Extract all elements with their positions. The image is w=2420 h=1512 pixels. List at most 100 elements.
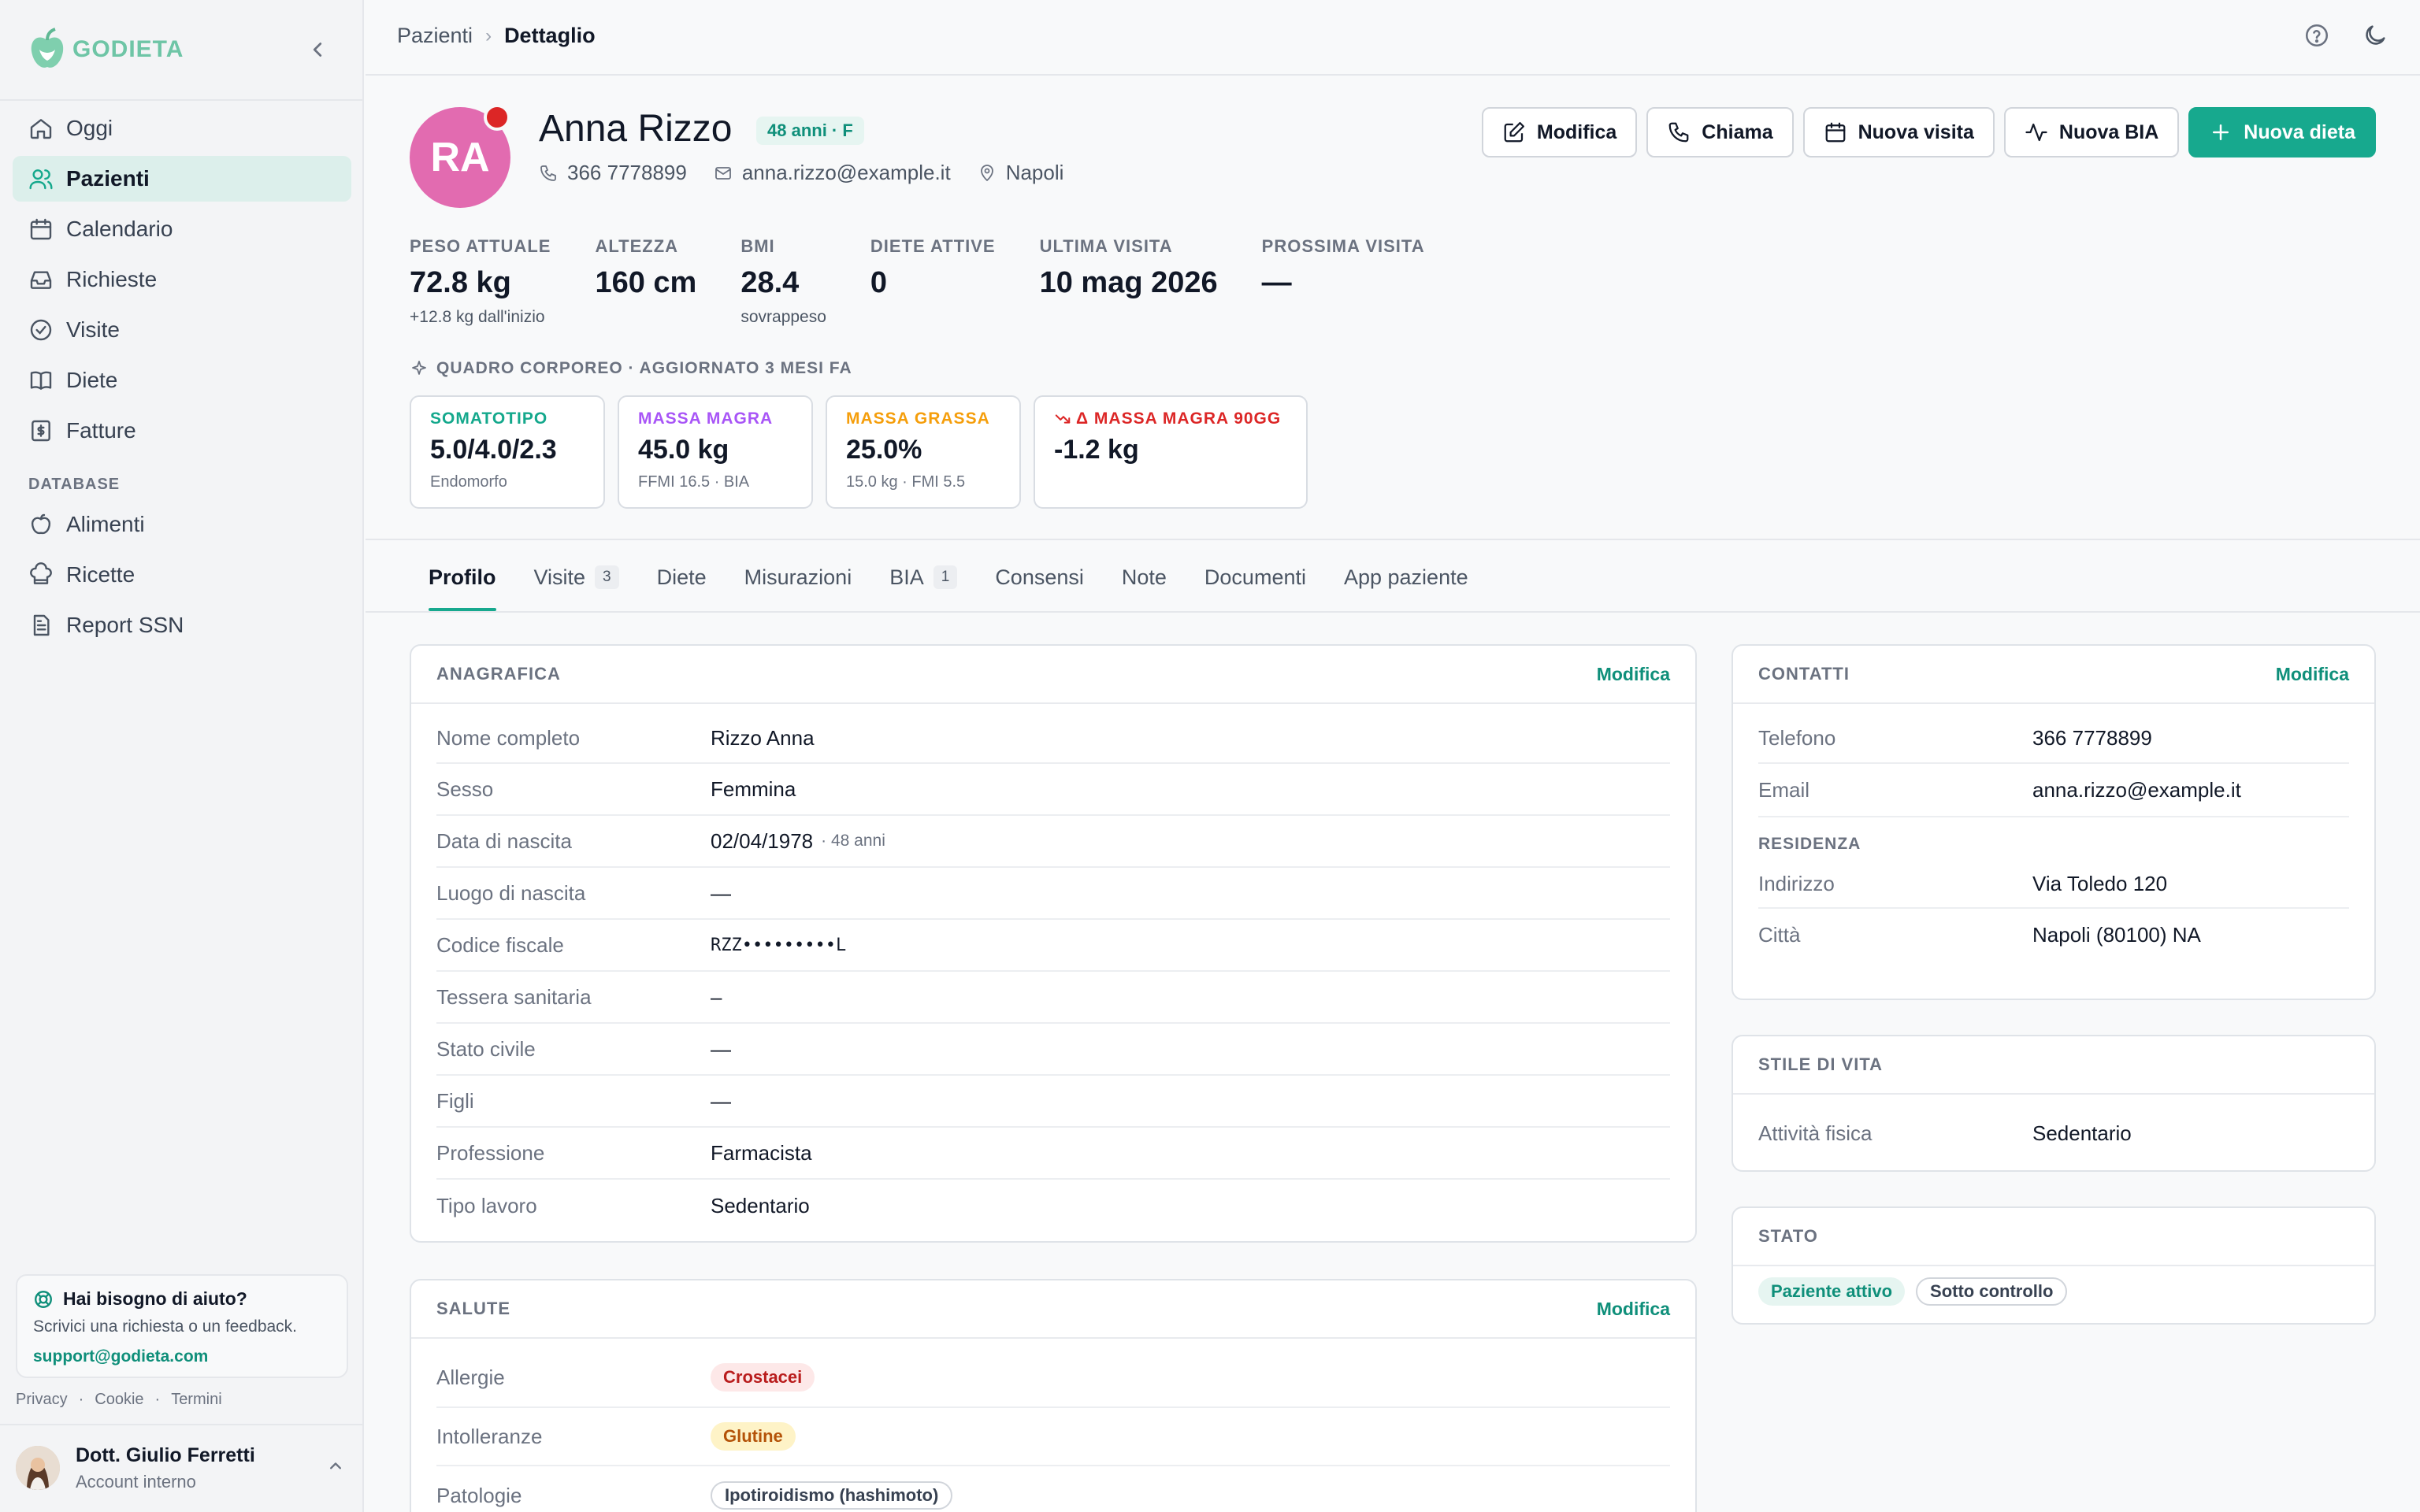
new-diet-button[interactable]: Nuova dieta [2188,107,2376,158]
edit-anagrafica-link[interactable]: Modifica [1597,664,1670,685]
breadcrumb-pazienti[interactable]: Pazienti [397,24,473,48]
sidebar-item-label: Diete [66,368,118,392]
field-label: Indirizzo [1758,871,1835,895]
patient-city-text: Napoli [1005,161,1064,184]
field-value: anna.rizzo@example.it [2032,777,2241,802]
edit-salute-link[interactable]: Modifica [1597,1299,1670,1320]
card-body: Paziente attivo Sotto controllo [1733,1266,2374,1306]
tab-visite[interactable]: Visite 3 [534,543,619,611]
sidebar-item-pazienti[interactable]: Pazienti [13,156,351,202]
apple-icon [31,513,51,535]
patient-stats: PESO ATTUALE 72.8 kg +12.8 kg dall'inizi… [410,236,1469,327]
tab-label: Consensi [995,565,1084,589]
field-value: — [711,1036,731,1061]
tab-note[interactable]: Note [1122,543,1167,611]
support-email-link[interactable]: support@godieta.com [33,1347,331,1366]
sidebar-item-ricette[interactable]: Ricette [13,552,351,598]
field-value-group: 02/04/1978 · 48 anni [711,829,885,854]
topbar-icons [2303,22,2388,49]
sidebar-item-oggi[interactable]: Oggi [13,106,351,151]
anagrafica-card: ANAGRAFICA Modifica Nome completo Rizzo A… [410,644,1697,1243]
moon-icon[interactable] [2362,22,2388,49]
user-menu[interactable]: Dott. Giulio Ferretti Account interno [16,1438,347,1498]
lifebuoy-icon [35,1290,52,1308]
edit-icon [1504,122,1524,143]
phone-icon [540,165,556,181]
sidebar-item-fatture[interactable]: Fatture [13,408,351,454]
tab-diete[interactable]: Diete [657,543,707,611]
field-label: Patologie [436,1483,522,1507]
new-visit-button[interactable]: Nuova visita [1802,107,1995,158]
sidebar-item-label: Visite [66,317,120,342]
field-row: Tipo lavoro Sedentario [436,1180,1670,1232]
field-value: – [711,984,722,1009]
tab-label: Profilo [429,565,496,589]
privacy-link[interactable]: Privacy [16,1391,68,1409]
user-photo-icon [16,1446,60,1490]
cookie-link[interactable]: Cookie [95,1391,143,1409]
stat-next-visit: PROSSIMA VISITA — [1262,236,1425,327]
help-box: Hai bisogno di aiuto? Scrivici una richi… [16,1274,348,1378]
bcard-sub: 15.0 kg · FMI 5.5 [846,473,966,491]
patient-phone[interactable]: 366 7778899 [539,161,687,185]
sidebar-item-visite[interactable]: Visite [13,307,351,353]
field-row: Indirizzo Via Toledo 120 [1758,860,2349,909]
card-header: STILE DI VITA [1733,1036,2374,1095]
stile-vita-card: STILE DI VITA Attività fisica Sedentario [1731,1035,2376,1172]
bcard-value: 5.0/4.0/2.3 [430,435,557,465]
legal-links: Privacy · Cookie · Termini [16,1391,222,1409]
calendar-icon [1825,122,1845,143]
sidebar-item-label: Richieste [66,267,158,291]
tab-app-paziente[interactable]: App paziente [1344,543,1468,611]
field-row: Telefono 366 7778899 [1758,713,2349,764]
field-row: Intolleranze Glutine [436,1408,1670,1466]
breadcrumb-current: Dettaglio [504,24,596,47]
logo[interactable]: GODIETA [28,24,336,76]
sidebar-item-richieste[interactable]: Richieste [13,257,351,302]
collapse-sidebar-icon[interactable] [306,38,329,61]
tab-misurazioni[interactable]: Misurazioni [744,543,852,611]
sidebar-item-label: Calendario [66,217,173,241]
bcard-value: 25.0% [846,435,922,465]
plus-icon [2213,124,2229,140]
bcard-value: -1.2 kg [1054,435,1139,465]
edit-button[interactable]: Modifica [1481,107,1638,158]
allergy-badge: Crostacei [711,1363,815,1392]
tab-consensi[interactable]: Consensi [995,543,1084,611]
home-icon [30,119,52,139]
field-label: Sesso [436,776,494,801]
tab-documenti[interactable]: Documenti [1204,543,1306,611]
field-label: Luogo di nascita [436,880,586,905]
stat-sub: sovrappeso [740,308,826,326]
inbox-icon [30,271,52,289]
edit-contatti-link[interactable]: Modifica [2276,664,2349,685]
sidebar-item-report-ssn[interactable]: Report SSN [13,602,351,648]
card-body: Attività fisica Sedentario [1733,1095,2374,1167]
new-bia-button-label: Nuova BIA [2058,120,2159,143]
field-row: Nome completo Rizzo Anna [436,713,1670,764]
users-icon [29,169,53,190]
invoice-icon [32,420,50,442]
new-bia-button[interactable]: Nuova BIA [2003,107,2180,158]
sidebar-item-alimenti[interactable]: Alimenti [13,502,351,547]
help-circle-icon[interactable] [2303,22,2330,49]
stato-card: STATO Paziente attivo Sotto controllo [1731,1206,2376,1325]
tab-label: Diete [656,565,707,589]
field-value: Farmacista [711,1140,812,1165]
sidebar-item-diete[interactable]: Diete [13,358,351,403]
sparkles-icon [412,361,426,375]
patient-phone-text: 366 7778899 [567,161,687,184]
call-button[interactable]: Chiama [1646,107,1794,158]
patient-email[interactable]: anna.rizzo@example.it [714,161,951,185]
field-row: Patologie Ipotiroidismo (hashimoto) [436,1466,1670,1512]
tab-count: 1 [933,565,958,589]
tab-bia[interactable]: BIA 1 [889,543,958,611]
stat-bmi: BMI 28.4 sovrappeso [740,236,826,327]
body-composition-title: QUADRO CORPOREO · AGGIORNATO 3 MESI FA [410,359,852,378]
tab-profilo[interactable]: Profilo [429,543,496,611]
field-label: Data di nascita [436,828,572,853]
terms-link[interactable]: Termini [171,1391,221,1409]
chevron-up-icon[interactable] [325,1455,347,1477]
sidebar-item-calendario[interactable]: Calendario [13,206,351,252]
field-row: Città Napoli (80100) NA [1758,909,2349,961]
